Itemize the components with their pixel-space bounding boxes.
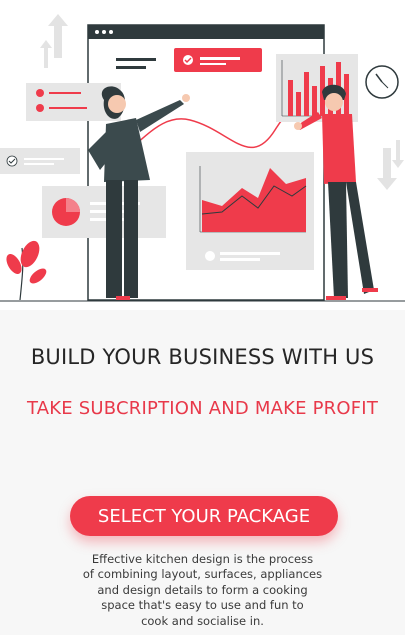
area-chart-card [186,152,314,270]
page-headline: BUILD YOUR BUSINESS WITH US [30,345,375,369]
hero-illustration [0,0,405,310]
select-package-button[interactable]: SELECT YOUR PACKAGE [70,496,338,536]
page-subheadline: TAKE SUBCRIPTION AND MAKE PROFIT [26,398,379,419]
down-arrows-icon [377,140,404,190]
clock-icon [365,65,399,99]
analytics-illustration [0,14,405,302]
bar-chart-card [276,54,358,122]
pie-card [42,186,166,238]
plant-icon [6,240,47,301]
description-line: space that's easy to use and fun to [101,598,304,613]
description-text: Effective kitchen design is the process … [80,552,325,629]
check-card [0,148,80,174]
description-line: cook and socialise in. [141,613,264,628]
description-line: of combining layout, surfaces, appliance… [82,567,323,582]
description-line: Effective kitchen design is the process [91,552,314,566]
up-arrows-icon [40,14,68,68]
description-line: and design details to form a cooking [97,582,308,597]
